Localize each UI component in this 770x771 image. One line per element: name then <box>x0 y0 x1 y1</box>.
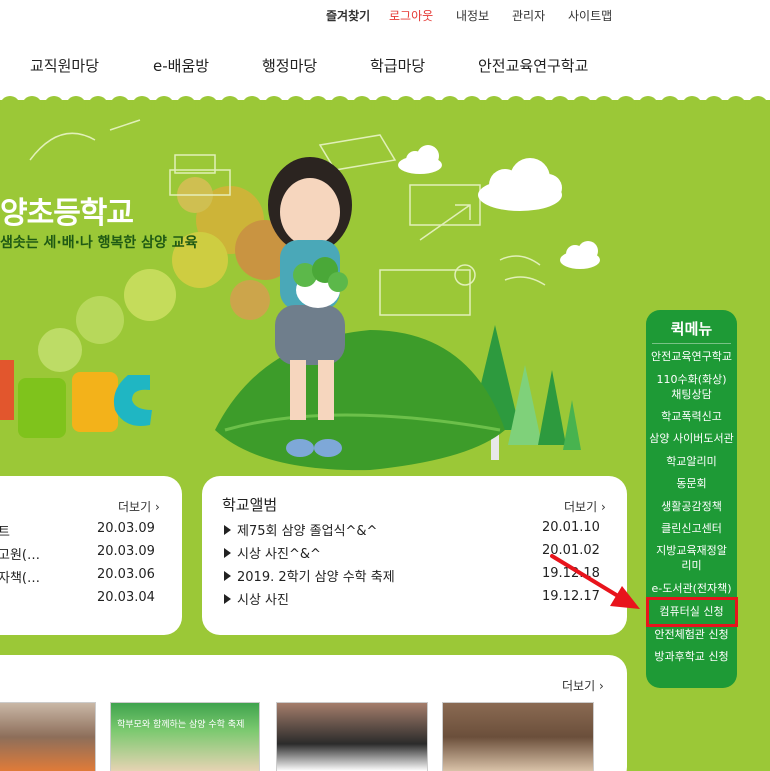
highlight-box <box>646 597 738 627</box>
nav-item-class[interactable]: 학급마당 <box>370 55 425 76</box>
school-name: 양초등학교 <box>0 196 134 231</box>
utility-bar: 즐겨찾기 로그아웃 내정보 관리자 사이트맵 <box>0 0 770 30</box>
album-more-link[interactable]: 더보기 › <box>564 498 606 515</box>
quick-item-e-library[interactable]: e-도서관(전자책) <box>646 581 737 596</box>
gallery-thumbnail[interactable]: 학부모와 함께하는 삼양 수학 축제 <box>110 702 260 771</box>
school-slogan: 샘솟는 세·배·나 행복한 삼양 교육 <box>0 235 198 251</box>
admin-link[interactable]: 관리자 <box>512 7 545 24</box>
quick-item-safety-school[interactable]: 안전교육연구학교 <box>646 349 737 364</box>
quick-item-school-info[interactable]: 학교알리미 <box>646 454 737 469</box>
main-nav: 교직원마당 e-배움방 행정마당 학급마당 안전교육연구학교 <box>0 52 770 78</box>
quick-item-sign-chat[interactable]: 110수화(화상)채팅상담 <box>646 372 737 402</box>
notice-row-title[interactable]: 자책(… <box>0 567 40 586</box>
bullet-triangle-icon <box>224 594 231 604</box>
bullet-triangle-icon <box>224 525 231 535</box>
gallery-thumbnail[interactable] <box>0 702 96 771</box>
quick-item-clean-report[interactable]: 클린신고센터 <box>646 521 737 536</box>
gallery-thumbnail[interactable] <box>442 702 594 771</box>
my-info-link[interactable]: 내정보 <box>456 7 489 24</box>
favorites-link[interactable]: 즐겨찾기 <box>326 7 370 24</box>
quick-item-alumni[interactable]: 동문회 <box>646 476 737 491</box>
notice-row-date: 20.03.09 <box>97 544 155 559</box>
notice-row-title[interactable]: 트 <box>0 521 10 540</box>
quick-menu-title: 퀵메뉴 <box>670 320 713 338</box>
quick-item-violence-report[interactable]: 학교폭력신고 <box>646 409 737 424</box>
quick-item-life-policy[interactable]: 생활공감정책 <box>646 499 737 514</box>
red-arrow-icon <box>550 554 640 609</box>
nav-item-admin[interactable]: 행정마당 <box>262 55 317 76</box>
album-title: 학교앨범 <box>222 496 278 514</box>
quick-item-safety-hall[interactable]: 안전체험관 신청 <box>646 627 737 642</box>
notice-row-date: 20.03.06 <box>97 567 155 582</box>
album-row[interactable]: 제75회 삼양 졸업식^&^ <box>224 520 377 539</box>
bullet-triangle-icon <box>224 548 231 558</box>
album-row[interactable]: 시상 사진 <box>224 589 289 608</box>
notice-row-date: 20.03.04 <box>97 590 155 605</box>
album-row[interactable]: 2019. 2학기 삼양 수학 축제 <box>224 566 395 585</box>
bullet-triangle-icon <box>224 571 231 581</box>
sitemap-link[interactable]: 사이트맵 <box>568 7 612 24</box>
logout-link[interactable]: 로그아웃 <box>389 7 433 24</box>
quick-menu-divider <box>652 343 731 344</box>
nav-item-safety-school[interactable]: 안전교육연구학교 <box>478 55 588 76</box>
album-row[interactable]: 시상 사진^&^ <box>224 543 321 562</box>
gallery-more-link[interactable]: 더보기 › <box>562 677 604 694</box>
quick-item-after-school[interactable]: 방과후학교 신청 <box>646 649 737 664</box>
quick-item-finance-info[interactable]: 지방교육재정알리미 <box>646 543 737 573</box>
nav-item-e-learning[interactable]: e-배움방 <box>153 55 209 76</box>
notice-row-title[interactable]: 고원(… <box>0 544 40 563</box>
quick-item-cyber-library[interactable]: 삼양 사이버도서관 <box>646 431 737 446</box>
quick-menu: 퀵메뉴 안전교육연구학교 110수화(화상)채팅상담 학교폭력신고 삼양 사이버… <box>646 310 737 688</box>
gallery-thumbnail[interactable] <box>276 702 428 771</box>
photo-gallery-card: 더보기 › 학부모와 함께하는 삼양 수학 축제 <box>0 655 627 771</box>
nav-item-staff[interactable]: 교직원마당 <box>30 55 99 76</box>
notice-board-card: 더보기 › 트 20.03.09 고원(… 20.03.09 자책(… 20.0… <box>0 476 182 635</box>
thumbnail-caption: 학부모와 함께하는 삼양 수학 축제 <box>117 720 245 730</box>
album-row-date: 20.01.10 <box>542 520 600 535</box>
notice-row-date: 20.03.09 <box>97 521 155 536</box>
notice-more-link[interactable]: 더보기 › <box>118 498 160 515</box>
